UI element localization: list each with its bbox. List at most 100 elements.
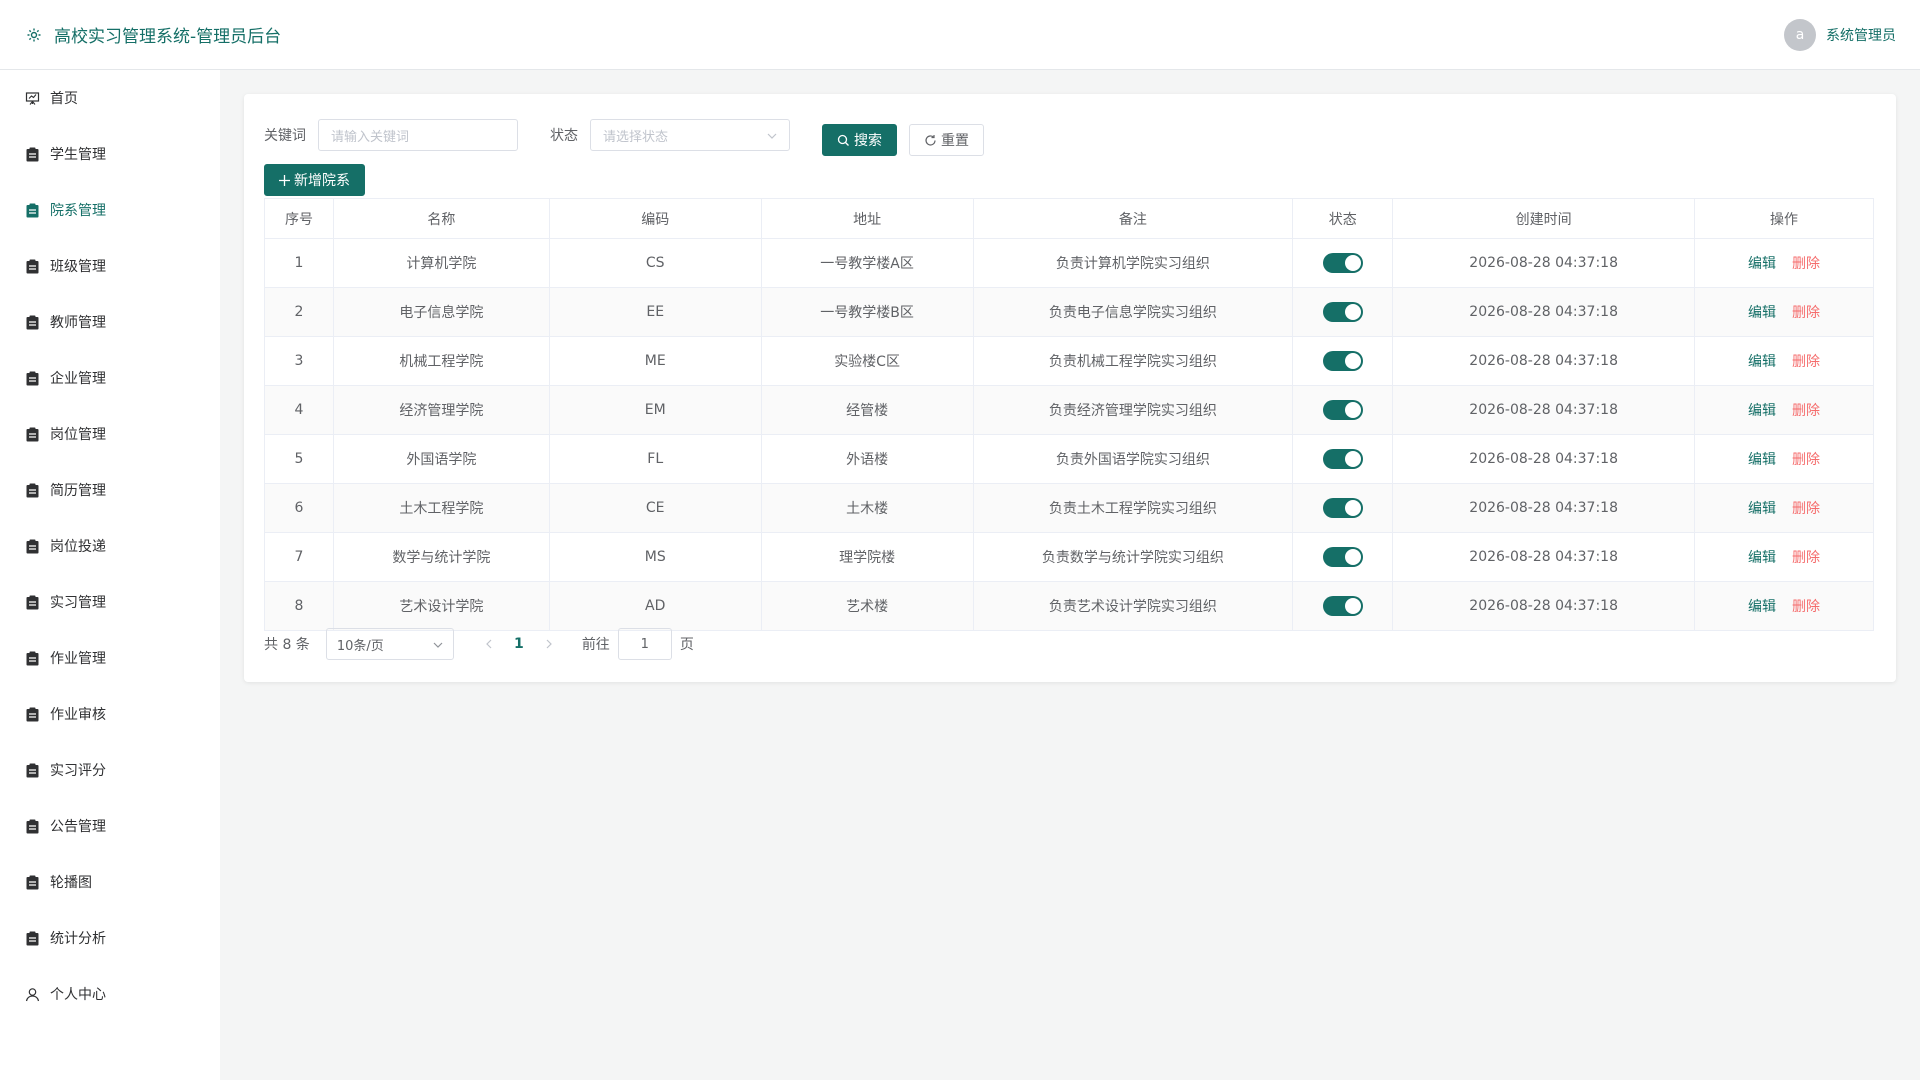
cell-actions: 编辑 删除 bbox=[1694, 532, 1874, 582]
clipboard-icon bbox=[24, 762, 40, 778]
edit-button[interactable]: 编辑 bbox=[1748, 599, 1776, 615]
cell-no: 3 bbox=[264, 336, 334, 386]
sidebar-item[interactable]: 作业审核 bbox=[0, 686, 220, 742]
department-table: 序号 名称 编码 地址 备注 状态 创建时间 操作 1 计算机学院 CS 一号教学楼A区 负责计算机学… bbox=[264, 198, 1874, 631]
add-department-button[interactable]: 新增院系 bbox=[264, 164, 365, 196]
delete-button[interactable]: 删除 bbox=[1792, 599, 1820, 615]
cell-no: 8 bbox=[264, 581, 334, 631]
status-toggle[interactable] bbox=[1322, 302, 1363, 322]
filter-bar: 关键词 请输入关键词 状态 请选择状态 搜索 重置 bbox=[264, 114, 984, 156]
cell-created: 2026-08-28 04:37:18 bbox=[1392, 532, 1696, 582]
status-toggle[interactable] bbox=[1322, 253, 1363, 273]
delete-button[interactable]: 删除 bbox=[1792, 403, 1820, 419]
cell-code: CE bbox=[548, 483, 762, 533]
column-header: 序号 bbox=[264, 198, 334, 239]
sidebar-item-label: 统计分析 bbox=[50, 931, 106, 947]
status-toggle[interactable] bbox=[1322, 400, 1363, 420]
delete-button[interactable]: 删除 bbox=[1792, 550, 1820, 566]
keyword-input[interactable]: 请输入关键词 bbox=[318, 119, 518, 151]
cell-address: 土木楼 bbox=[760, 483, 974, 533]
clipboard-icon bbox=[24, 818, 40, 834]
delete-button[interactable]: 删除 bbox=[1792, 256, 1820, 272]
status-placeholder: 请选择状态 bbox=[603, 129, 669, 145]
column-header: 操作 bbox=[1694, 198, 1874, 239]
chevron-down-icon bbox=[433, 637, 443, 652]
cell-created: 2026-08-28 04:37:18 bbox=[1392, 385, 1696, 435]
sidebar-item[interactable]: 简历管理 bbox=[0, 462, 220, 518]
sidebar-item[interactable]: 统计分析 bbox=[0, 910, 220, 966]
sidebar-item-label: 实习管理 bbox=[50, 595, 106, 611]
sidebar-item-label: 学生管理 bbox=[50, 147, 106, 163]
cell-address: 理学院楼 bbox=[760, 532, 974, 582]
sidebar-item[interactable]: 个人中心 bbox=[0, 966, 220, 1022]
reset-button[interactable]: 重置 bbox=[909, 124, 984, 156]
sidebar-item[interactable]: 岗位管理 bbox=[0, 406, 220, 462]
cell-name: 机械工程学院 bbox=[332, 336, 550, 386]
page-number[interactable]: 1 bbox=[504, 630, 534, 658]
cell-code: ME bbox=[548, 336, 762, 386]
sidebar-item[interactable]: 轮播图 bbox=[0, 854, 220, 910]
edit-button[interactable]: 编辑 bbox=[1748, 305, 1776, 321]
top-header: 高校实习管理系统-管理员后台 a 系统管理员 bbox=[0, 0, 1920, 70]
status-toggle[interactable] bbox=[1322, 547, 1363, 567]
cell-actions: 编辑 删除 bbox=[1694, 336, 1874, 386]
delete-button[interactable]: 删除 bbox=[1792, 501, 1820, 517]
cell-remark: 负责外国语学院实习组织 bbox=[972, 434, 1294, 484]
clipboard-icon bbox=[24, 202, 40, 218]
cell-no: 4 bbox=[264, 385, 334, 435]
table-row: 3 机械工程学院 ME 实验楼C区 负责机械工程学院实习组织 2026-08-28 04:… bbox=[264, 336, 1874, 386]
sidebar-item[interactable]: 班级管理 bbox=[0, 238, 220, 294]
cell-code: EM bbox=[548, 385, 762, 435]
content-card: 关键词 请输入关键词 状态 请选择状态 搜索 重置 新增院系 序号 名称 编码 … bbox=[244, 94, 1896, 682]
status-toggle[interactable] bbox=[1322, 596, 1363, 616]
page-size-select[interactable]: 10条/页 bbox=[325, 628, 454, 660]
sidebar-item[interactable]: 公告管理 bbox=[0, 798, 220, 854]
status-toggle[interactable] bbox=[1322, 498, 1363, 518]
status-toggle[interactable] bbox=[1322, 449, 1363, 469]
clipboard-icon bbox=[24, 146, 40, 162]
table-row: 6 土木工程学院 CE 土木楼 负责土木工程学院实习组织 2026-08-28 04:37… bbox=[264, 483, 1874, 533]
edit-button[interactable]: 编辑 bbox=[1748, 501, 1776, 517]
sidebar-item[interactable]: 岗位投递 bbox=[0, 518, 220, 574]
sidebar-item[interactable]: 教师管理 bbox=[0, 294, 220, 350]
cell-address: 一号教学楼B区 bbox=[760, 287, 974, 337]
edit-button[interactable]: 编辑 bbox=[1748, 354, 1776, 370]
sidebar-item[interactable]: 实习管理 bbox=[0, 574, 220, 630]
sidebar-item[interactable]: 作业管理 bbox=[0, 630, 220, 686]
sidebar-item[interactable]: 企业管理 bbox=[0, 350, 220, 406]
sidebar-item[interactable]: 首页 bbox=[0, 70, 220, 126]
edit-button[interactable]: 编辑 bbox=[1748, 403, 1776, 419]
prev-page-button[interactable] bbox=[474, 630, 504, 658]
delete-button[interactable]: 删除 bbox=[1792, 452, 1820, 468]
goto-page-input[interactable]: 1 bbox=[617, 628, 672, 660]
status-toggle[interactable] bbox=[1322, 351, 1363, 371]
next-page-button[interactable] bbox=[534, 630, 564, 658]
add-label: 新增院系 bbox=[294, 173, 350, 189]
edit-button[interactable]: 编辑 bbox=[1748, 256, 1776, 272]
clipboard-icon bbox=[24, 482, 40, 498]
search-button[interactable]: 搜索 bbox=[822, 124, 897, 156]
table-row: 2 电子信息学院 EE 一号教学楼B区 负责电子信息学院实习组织 2026-08-28 0… bbox=[264, 287, 1874, 337]
user-menu[interactable]: a 系统管理员 bbox=[1784, 18, 1896, 51]
username[interactable]: 系统管理员 bbox=[1826, 25, 1896, 45]
cell-created: 2026-08-28 04:37:18 bbox=[1392, 238, 1696, 288]
column-header: 状态 bbox=[1292, 198, 1394, 239]
edit-button[interactable]: 编辑 bbox=[1748, 550, 1776, 566]
delete-button[interactable]: 删除 bbox=[1792, 305, 1820, 321]
sidebar-item[interactable]: 实习评分 bbox=[0, 742, 220, 798]
pagination: 共 8 条 10条/页 1 前往 1 页 bbox=[264, 628, 694, 660]
avatar[interactable]: a bbox=[1784, 18, 1816, 51]
gear-icon bbox=[24, 25, 44, 45]
delete-button[interactable]: 删除 bbox=[1792, 354, 1820, 370]
status-select[interactable]: 请选择状态 bbox=[590, 119, 790, 151]
edit-button[interactable]: 编辑 bbox=[1748, 452, 1776, 468]
clipboard-icon bbox=[24, 258, 40, 274]
column-header: 备注 bbox=[972, 198, 1294, 239]
sidebar-item[interactable]: 院系管理 bbox=[0, 182, 220, 238]
cell-actions: 编辑 删除 bbox=[1694, 581, 1874, 631]
table-header-row: 序号 名称 编码 地址 备注 状态 创建时间 操作 bbox=[264, 198, 1874, 239]
sidebar-item[interactable]: 学生管理 bbox=[0, 126, 220, 182]
sidebar-item-label: 实习评分 bbox=[50, 763, 106, 779]
user-icon bbox=[24, 986, 40, 1002]
pagination-total: 共 8 条 bbox=[264, 637, 310, 653]
